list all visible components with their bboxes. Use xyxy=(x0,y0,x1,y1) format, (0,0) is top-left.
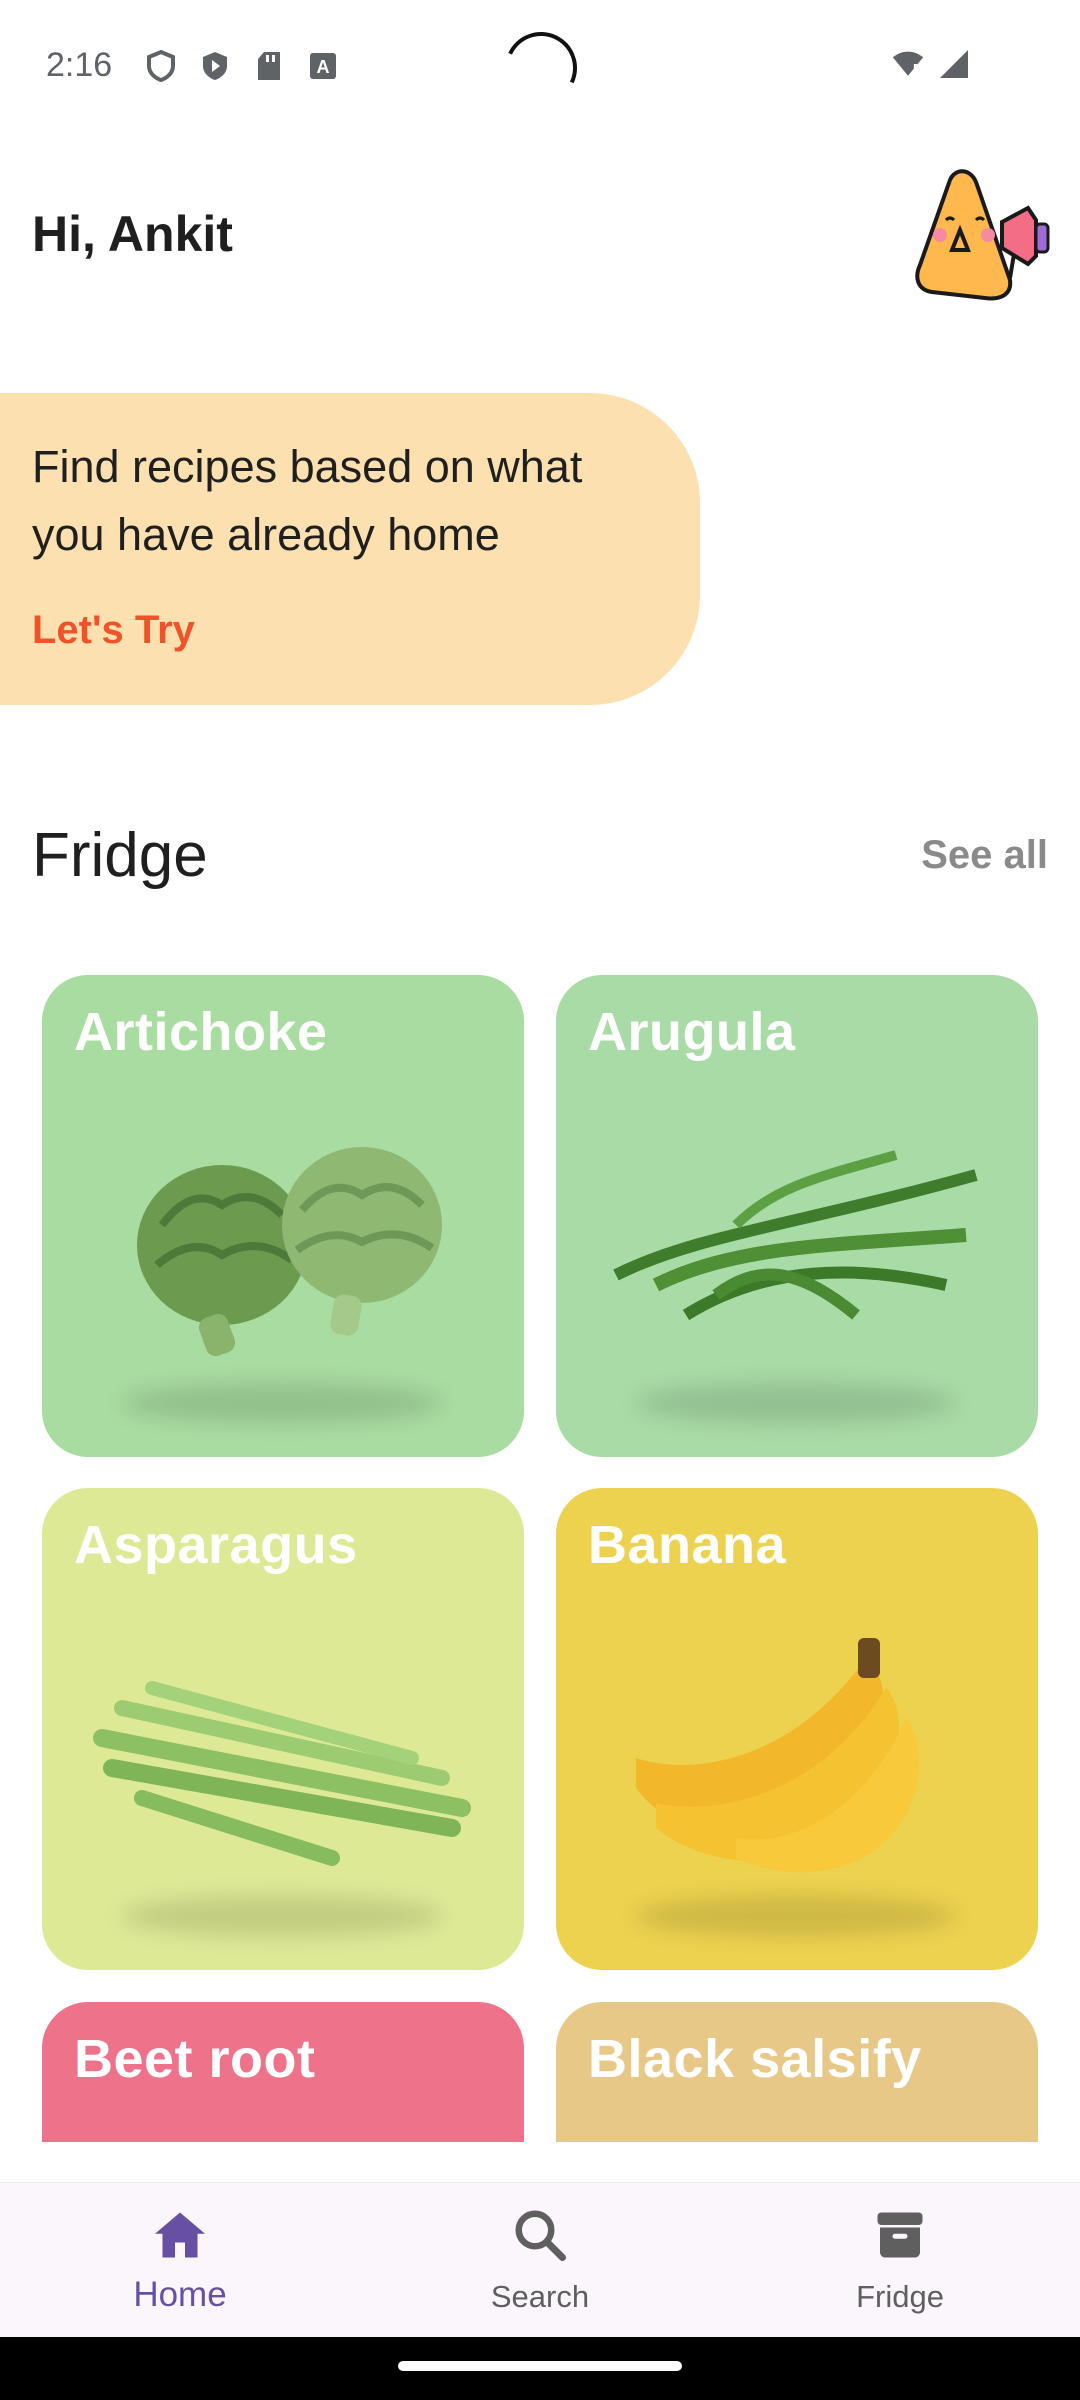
shield-icon xyxy=(145,50,177,82)
wifi-icon xyxy=(892,48,924,80)
card-shadow xyxy=(636,1383,956,1423)
status-bar: 2:16 A xyxy=(0,0,1080,130)
section-title-fridge: Fridge xyxy=(32,821,208,890)
fridge-item-beet-root[interactable]: Beet root xyxy=(42,2002,524,2142)
artichoke-image xyxy=(137,1147,442,1357)
card-shadow xyxy=(122,1896,442,1936)
nav-label: Home xyxy=(133,2275,227,2314)
fridge-item-label: Asparagus xyxy=(74,1515,358,1575)
promo-card[interactable]: Find recipes based on what you have alre… xyxy=(0,393,700,705)
bottom-nav: Home Search Fridge xyxy=(0,2182,1080,2338)
promo-text: Find recipes based on what you have alre… xyxy=(32,441,583,560)
fridge-grid: Artichoke Arugula Asparagus Banana Beet … xyxy=(0,960,1080,2142)
play-protect-icon xyxy=(199,50,231,82)
banana-image xyxy=(636,1638,920,1873)
card-shadow xyxy=(636,1896,956,1936)
nav-tab-fridge[interactable]: Fridge xyxy=(720,2183,1080,2338)
status-time: 2:16 xyxy=(46,46,113,84)
signal-icon xyxy=(938,48,970,80)
arugula-image xyxy=(613,1150,978,1321)
nav-tab-home[interactable]: Home xyxy=(0,2183,360,2338)
lets-try-button[interactable]: Let's Try xyxy=(32,608,195,653)
megaphone-mascot-icon[interactable] xyxy=(910,160,1050,310)
nav-label: Fridge xyxy=(856,2279,944,2314)
text-a-icon: A xyxy=(307,50,339,82)
fridge-item-artichoke[interactable]: Artichoke xyxy=(42,975,524,1457)
search-icon xyxy=(515,2210,566,2261)
sd-card-icon xyxy=(253,50,285,82)
archive-icon xyxy=(877,2212,923,2258)
status-icons-right xyxy=(892,48,970,80)
home-icon xyxy=(155,2212,205,2258)
fridge-item-banana[interactable]: Banana xyxy=(556,1488,1038,1970)
fridge-item-label: Banana xyxy=(588,1515,787,1575)
fridge-item-asparagus[interactable]: Asparagus xyxy=(42,1488,524,1970)
fridge-item-label: Artichoke xyxy=(74,1002,328,1062)
fridge-item-black-salsify[interactable]: Black salsify xyxy=(556,2002,1038,2142)
card-shadow xyxy=(122,1383,442,1423)
nav-label: Search xyxy=(490,2279,590,2314)
fridge-item-label: Beet root xyxy=(74,2029,316,2089)
see-all-link[interactable]: See all xyxy=(921,833,1048,878)
status-icons-left: A xyxy=(145,50,339,82)
asparagus-image xyxy=(93,1681,471,1866)
loading-spinner xyxy=(494,21,588,115)
fridge-item-arugula[interactable]: Arugula xyxy=(556,975,1038,1457)
greeting: Hi, Ankit xyxy=(32,206,233,262)
fridge-item-label: Black salsify xyxy=(588,2029,922,2089)
nav-tab-search[interactable]: Search xyxy=(360,2183,720,2338)
system-gesture-bar xyxy=(0,2337,1080,2400)
svg-text:A: A xyxy=(317,57,330,77)
home-gesture-handle[interactable] xyxy=(398,2361,682,2371)
fridge-item-label: Arugula xyxy=(588,1002,796,1062)
